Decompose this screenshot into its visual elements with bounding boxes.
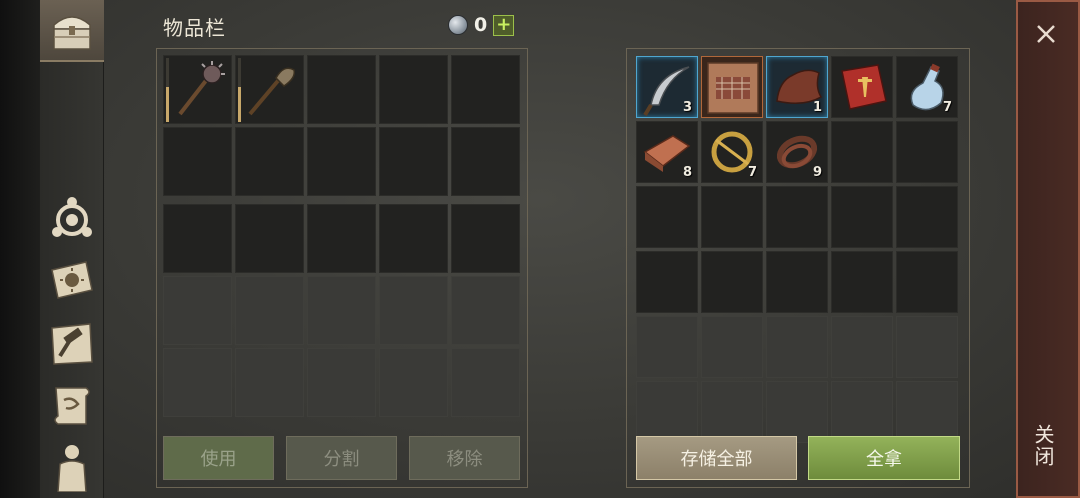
close-label[interactable]: 关闭 [1031,424,1058,468]
container-slot[interactable] [831,121,893,183]
inventory-slot[interactable] [451,55,520,124]
locked-slot [307,276,376,345]
book-icon [841,64,887,110]
locked-slot [379,348,448,417]
container-slot[interactable]: 8 [636,121,698,183]
inventory-slot[interactable] [235,127,304,196]
locked-slot [307,348,376,417]
take-all-button[interactable]: 全拿 [808,436,960,480]
locked-slot [379,276,448,345]
inventory-grid-top [163,55,520,196]
currency-value: 0 [474,14,488,36]
chest-icon [53,16,91,50]
container-slot[interactable] [701,186,763,248]
item-quantity: 8 [682,165,692,180]
inventory-slot[interactable] [451,127,520,196]
inventory-slot[interactable] [379,204,448,273]
container-slot[interactable] [896,121,958,183]
club-icon [248,67,296,116]
split-button[interactable]: 分割 [286,436,397,480]
inventory-grid-bottom [163,204,520,417]
sidebar [40,0,104,498]
inventory-slot[interactable] [379,55,448,124]
container-slot[interactable]: 3 [636,56,698,118]
container-slot[interactable]: 9 [766,121,828,183]
container-slot[interactable]: 1 [766,56,828,118]
container-slot[interactable]: 7 [701,121,763,183]
locked-slot [831,381,893,443]
use-button[interactable]: 使用 [163,436,274,480]
left-edge [0,0,40,498]
close-icon[interactable] [1030,18,1062,50]
scroll-quest-icon[interactable] [46,380,98,432]
container-slot[interactable] [766,186,828,248]
locked-slot [451,348,520,417]
item-quantity: 7 [942,100,952,115]
mace-icon [178,61,225,116]
inventory-slot[interactable] [307,204,376,273]
inventory-slot[interactable] [163,55,232,124]
locked-slot [636,381,698,443]
add-currency-button[interactable]: + [493,14,515,36]
container-slot[interactable] [831,251,893,313]
blueprint-icon [707,62,759,114]
container-slot[interactable] [636,251,698,313]
inventory-slot[interactable] [235,204,304,273]
locked-slot [896,381,958,443]
locked-slot [235,348,304,417]
locked-slot [896,316,958,378]
locked-slot [701,316,763,378]
inventory-slot[interactable] [163,127,232,196]
item-quantity: 9 [812,165,822,180]
locked-slot [235,276,304,345]
item-quantity: 1 [812,100,822,115]
locked-slot [701,381,763,443]
currency-display: 0 + [448,12,515,38]
sidebar-tab-inventory[interactable] [40,0,104,62]
locked-slot [636,316,698,378]
locked-slot [451,276,520,345]
container-slot[interactable]: 7 [896,56,958,118]
container-slot[interactable] [831,56,893,118]
container-slot[interactable] [701,251,763,313]
inventory-slot[interactable] [451,204,520,273]
container-slot[interactable] [766,251,828,313]
locked-slot [766,381,828,443]
sun-book-icon[interactable] [46,254,98,306]
inventory-slot[interactable] [163,204,232,273]
item-quantity: 7 [747,165,757,180]
locked-slot [163,348,232,417]
remove-button[interactable]: 移除 [409,436,520,480]
locked-slot [766,316,828,378]
container-grid: 3 1 7 8 7 9 [636,56,958,443]
silver-coin-icon [448,15,468,35]
container-slot[interactable] [896,186,958,248]
inventory-slot[interactable] [307,55,376,124]
inventory-slot[interactable] [307,127,376,196]
crafting-wheel-icon[interactable] [46,192,98,244]
hammer-map-icon[interactable] [46,318,98,370]
inventory-title: 物品栏 [163,16,226,40]
locked-slot [163,276,232,345]
locked-slot [831,316,893,378]
container-slot[interactable] [831,186,893,248]
item-quantity: 3 [682,100,692,115]
container-slot[interactable] [896,251,958,313]
container-slot[interactable] [636,186,698,248]
inventory-slot[interactable] [235,55,304,124]
character-gear-icon[interactable] [46,440,98,492]
store-all-button[interactable]: 存储全部 [636,436,797,480]
container-slot[interactable] [701,56,763,118]
inventory-slot[interactable] [379,127,448,196]
